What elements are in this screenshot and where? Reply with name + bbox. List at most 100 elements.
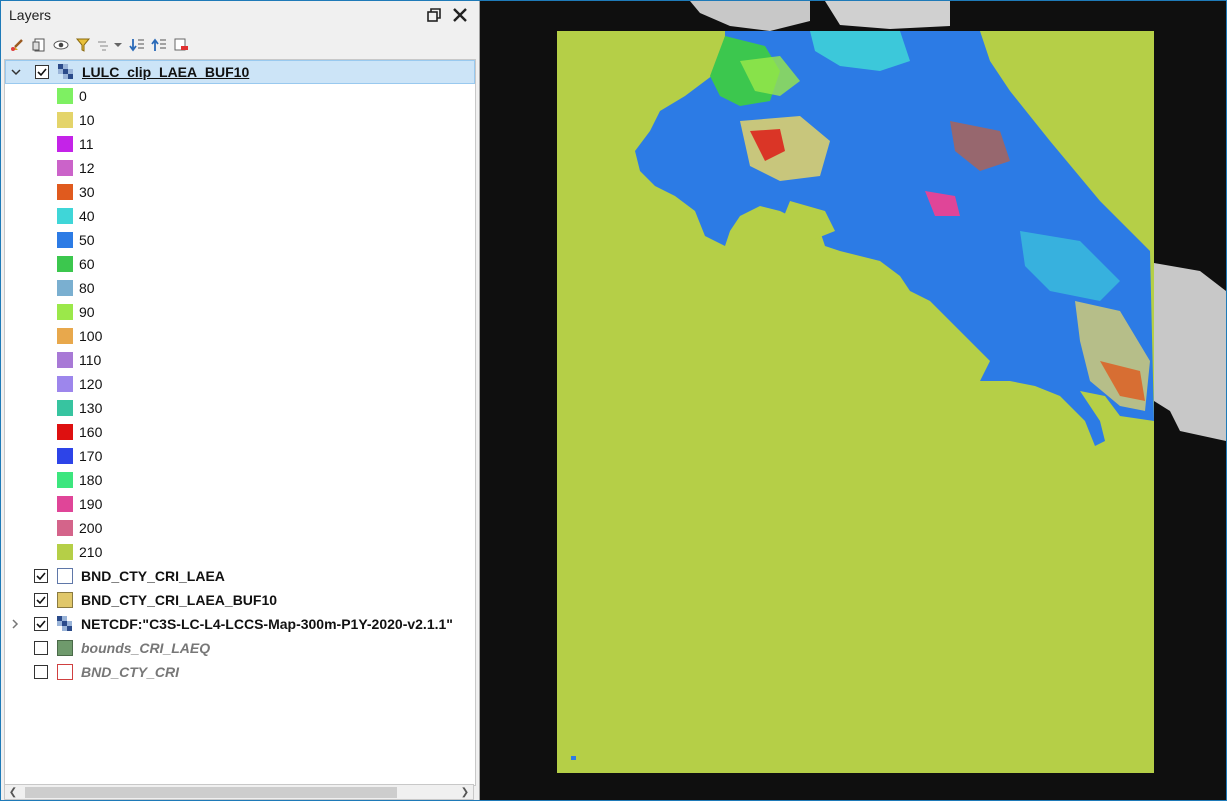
layer-row-lulc[interactable]: LULC_clip_LAEA_BUF10 — [5, 60, 475, 84]
layer-row[interactable]: bounds_CRI_LAEQ — [5, 636, 475, 660]
panel-title: Layers — [9, 7, 52, 23]
legend-label: 11 — [79, 136, 94, 152]
layer-checkbox[interactable] — [34, 617, 48, 631]
legend-swatch — [57, 232, 73, 248]
chevron-right-icon[interactable] — [9, 618, 21, 630]
raster-layer-icon — [58, 64, 74, 80]
legend-label: 160 — [79, 424, 103, 440]
neighbor-land-east — [1154, 263, 1226, 441]
legend-swatch — [57, 136, 73, 152]
legend-label: 60 — [79, 256, 95, 272]
visibility-eye-icon[interactable] — [51, 35, 71, 55]
close-icon[interactable] — [449, 4, 471, 26]
vector-style-swatch — [57, 568, 73, 584]
legend-item: 130 — [5, 396, 475, 420]
layer-row[interactable]: BND_CTY_CRI_LAEA — [5, 564, 475, 588]
filter-legend-dropdown-icon[interactable] — [95, 35, 125, 55]
legend-label: 50 — [79, 232, 95, 248]
legend-label: 210 — [79, 544, 103, 560]
legend-swatch — [57, 112, 73, 128]
vector-style-swatch — [57, 664, 73, 680]
legend-label: 130 — [79, 400, 103, 416]
legend-label: 80 — [79, 280, 95, 296]
layer-row[interactable]: BND_CTY_CRI — [5, 660, 475, 684]
legend-swatch — [57, 472, 73, 488]
expand-all-icon[interactable] — [127, 35, 147, 55]
filter-icon[interactable] — [73, 35, 93, 55]
restore-icon[interactable] — [423, 4, 445, 26]
qgis-window: Layers LULC_clip_LAEA_BUF10 0 10 11 12 3… — [0, 0, 1227, 801]
layer-checkbox[interactable] — [34, 569, 48, 583]
legend-label: 190 — [79, 496, 103, 512]
legend-label: 180 — [79, 472, 103, 488]
scroll-left-icon[interactable]: ❮ — [5, 785, 21, 799]
layer-checkbox[interactable] — [34, 641, 48, 655]
collapse-all-icon[interactable] — [149, 35, 169, 55]
layer-row[interactable]: BND_CTY_CRI_LAEA_BUF10 — [5, 588, 475, 612]
legend-swatch — [57, 424, 73, 440]
legend-item: 11 — [5, 132, 475, 156]
layers-toolbar — [1, 31, 485, 59]
legend-item: 210 — [5, 540, 475, 564]
add-group-icon[interactable] — [29, 35, 49, 55]
legend-swatch — [57, 88, 73, 104]
legend-item: 100 — [5, 324, 475, 348]
chevron-down-icon[interactable] — [10, 66, 22, 78]
legend-item: 170 — [5, 444, 475, 468]
layer-name: BND_CTY_CRI_LAEA_BUF10 — [81, 592, 278, 608]
horizontal-scrollbar[interactable]: ❮ ❯ — [4, 784, 474, 800]
legend-label: 0 — [79, 88, 87, 104]
panel-title-bar: Layers — [1, 1, 479, 29]
legend-swatch — [57, 160, 73, 176]
layer-checkbox[interactable] — [34, 593, 48, 607]
layer-name: NETCDF:"C3S-LC-L4-LCCS-Map-300m-P1Y-2020… — [81, 616, 453, 632]
legend-item: 190 — [5, 492, 475, 516]
legend-label: 170 — [79, 448, 103, 464]
vector-style-swatch — [57, 592, 73, 608]
scroll-right-icon[interactable]: ❯ — [457, 785, 473, 799]
layers-panel: Layers LULC_clip_LAEA_BUF10 0 10 11 12 3… — [1, 1, 480, 800]
legend-label: 30 — [79, 184, 95, 200]
layer-name: bounds_CRI_LAEQ — [81, 640, 211, 656]
map-canvas[interactable] — [480, 1, 1226, 800]
legend-item: 0 — [5, 84, 475, 108]
legend-item: 10 — [5, 108, 475, 132]
scrollbar-thumb[interactable] — [25, 787, 397, 798]
legend-label: 40 — [79, 208, 95, 224]
legend-label: 10 — [79, 112, 95, 128]
legend-label: 90 — [79, 304, 95, 320]
legend-item: 90 — [5, 300, 475, 324]
legend-swatch — [57, 520, 73, 536]
layer-name: BND_CTY_CRI — [81, 664, 180, 680]
legend-swatch — [57, 352, 73, 368]
legend-swatch — [57, 496, 73, 512]
map-render[interactable] — [480, 1, 1226, 800]
island-patch — [571, 756, 576, 760]
legend-label: 12 — [79, 160, 95, 176]
legend-swatch — [57, 256, 73, 272]
style-brush-icon[interactable] — [7, 35, 27, 55]
remove-layer-icon[interactable] — [171, 35, 191, 55]
layer-row[interactable]: NETCDF:"C3S-LC-L4-LCCS-Map-300m-P1Y-2020… — [5, 612, 475, 636]
layer-tree: LULC_clip_LAEA_BUF10 0 10 11 12 30 40 50 60 80 90… — [4, 59, 476, 786]
legend-item: 180 — [5, 468, 475, 492]
legend-swatch — [57, 400, 73, 416]
legend-swatch — [57, 544, 73, 560]
legend-swatch — [57, 376, 73, 392]
layer-checkbox[interactable] — [34, 665, 48, 679]
layer-name: LULC_clip_LAEA_BUF10 — [82, 64, 250, 80]
legend-item: 60 — [5, 252, 475, 276]
neighbor-land-north — [690, 1, 810, 31]
legend-swatch — [57, 184, 73, 200]
legend-swatch — [57, 448, 73, 464]
legend-item: 40 — [5, 204, 475, 228]
layer-checkbox[interactable] — [35, 65, 49, 79]
legend-swatch — [57, 304, 73, 320]
vector-style-swatch — [57, 640, 73, 656]
legend-label: 100 — [79, 328, 103, 344]
legend-label: 200 — [79, 520, 103, 536]
legend-item: 110 — [5, 348, 475, 372]
legend-item: 80 — [5, 276, 475, 300]
legend-item: 50 — [5, 228, 475, 252]
legend-swatch — [57, 208, 73, 224]
